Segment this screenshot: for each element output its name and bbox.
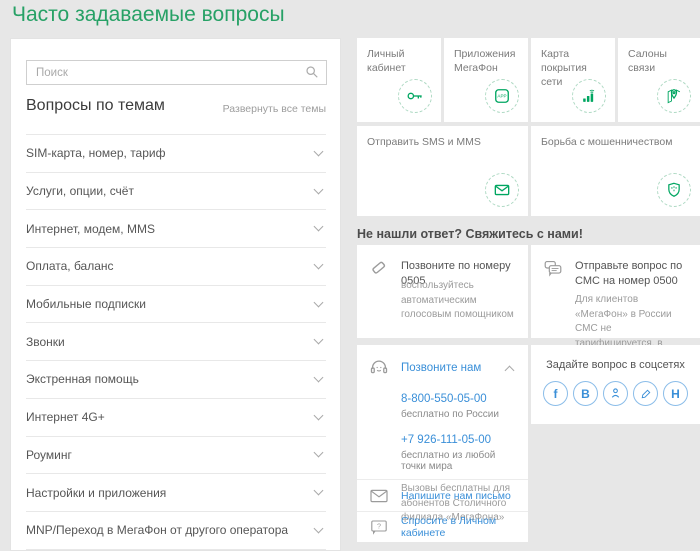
tile-label: Салоны связи	[628, 47, 694, 75]
topic-label: Роуминг	[26, 448, 80, 462]
tile-label: Личный кабинет	[367, 47, 435, 75]
page-title: Часто задаваемые вопросы	[12, 3, 285, 27]
sms-0500-title: Отправьте вопрос по СМС на номер 0500	[575, 259, 690, 289]
topic-label: Интернет 4G+	[26, 410, 113, 424]
svg-text:?: ?	[377, 522, 381, 531]
livejournal-pencil-icon[interactable]	[633, 381, 658, 406]
chevron-down-icon	[314, 373, 324, 383]
chat-bubbles-icon	[542, 257, 564, 279]
write-letter-row[interactable]: Напишите нам письмо	[357, 479, 528, 511]
sms-0500-card: Отправьте вопрос по СМС на номер 0500 Дл…	[531, 245, 700, 338]
topic-row[interactable]: Интернет, модем, MMS	[26, 210, 326, 248]
map-pin-icon	[657, 79, 691, 113]
envelope-icon	[485, 173, 519, 207]
svg-text:APP: APP	[497, 94, 506, 99]
topic-row[interactable]: Услуги, опции, счёт	[26, 173, 326, 211]
vk-icon[interactable]: B	[573, 381, 598, 406]
phone-note-world: бесплатно из любой точки мира	[401, 450, 520, 472]
key-icon	[398, 79, 432, 113]
tile-personal-account[interactable]: Личный кабинет	[357, 38, 441, 122]
chevron-down-icon	[314, 410, 324, 420]
ask-cabinet-link: Спросите в Личном кабинете	[401, 515, 516, 539]
topic-row[interactable]: Экстренная помощь	[26, 361, 326, 399]
phone-number-russia[interactable]: 8-800-550-05-00	[401, 393, 487, 405]
topic-label: Мобильные подписки	[26, 297, 154, 311]
h-network-icon[interactable]: H	[663, 381, 688, 406]
topic-row[interactable]: Оплата, баланс	[26, 248, 326, 286]
chevron-down-icon	[314, 222, 324, 232]
chevron-down-icon	[314, 146, 324, 156]
chevron-down-icon	[314, 184, 324, 194]
topic-label: MNP/Переход в МегаФон от другого операто…	[26, 523, 296, 537]
social-icons-row: f B H	[531, 381, 700, 406]
topic-label: Оплата, баланс	[26, 259, 122, 273]
phone-number-world[interactable]: +7 926-111-05-00	[401, 434, 491, 446]
search-box	[26, 60, 327, 85]
topic-label: Интернет, модем, MMS	[26, 222, 163, 236]
phone-icon	[368, 257, 390, 279]
phone-note-russia: бесплатно по России	[401, 409, 520, 420]
app-icon: APP	[485, 79, 519, 113]
chevron-down-icon	[314, 523, 324, 533]
call-us-card: Позвоните нам 8-800-550-05-00 бесплатно …	[357, 345, 528, 542]
tile-retail-stores[interactable]: Салоны связи	[618, 38, 700, 122]
ask-cabinet-row[interactable]: ? Спросите в Личном кабинете	[357, 511, 528, 542]
faq-page: Часто задаваемые вопросы Вопросы по тема…	[0, 0, 700, 551]
chevron-down-icon	[314, 448, 324, 458]
tile-label: Приложения МегаФон	[454, 47, 522, 75]
topic-label: SIM-карта, номер, тариф	[26, 146, 173, 160]
headset-icon	[368, 357, 390, 379]
topic-row[interactable]: Роуминг	[26, 437, 326, 475]
tile-megafon-apps[interactable]: Приложения МегаФон APP	[444, 38, 528, 122]
faq-panel: Вопросы по темам Развернуть все темы SIM…	[10, 38, 341, 551]
tile-send-sms-mms[interactable]: Отправить SMS и MMS	[357, 126, 528, 216]
chevron-down-icon	[314, 297, 324, 307]
topics-title: Вопросы по темам	[26, 97, 165, 115]
call-0505-card: Позвоните по номеру 0505 воспользуйтесь …	[357, 245, 528, 338]
odnoklassniki-icon[interactable]	[603, 381, 628, 406]
expand-all-link[interactable]: Развернуть все темы	[223, 103, 326, 115]
topic-row[interactable]: Настройки и приложения	[26, 474, 326, 512]
write-letter-link: Напишите нам письмо	[401, 490, 511, 502]
chevron-down-icon	[314, 259, 324, 269]
tile-label: Отправить SMS и MMS	[367, 135, 522, 149]
chevron-up-icon[interactable]	[505, 366, 515, 376]
shield-icon	[657, 173, 691, 207]
topic-label: Настройки и приложения	[26, 486, 174, 500]
topic-row[interactable]: Мобильные подписки	[26, 286, 326, 324]
tile-coverage-map[interactable]: Карта покрытия сети	[531, 38, 615, 122]
chevron-down-icon	[314, 486, 324, 496]
call-0505-text: воспользуйтесь автоматическим голосовым …	[401, 279, 519, 323]
social-card: Задайте вопрос в соцсетях f B H	[531, 345, 700, 424]
social-title: Задайте вопрос в соцсетях	[531, 359, 700, 371]
call-us-title[interactable]: Позвоните нам	[401, 362, 481, 374]
topic-row[interactable]: MNP/Переход в МегаФон от другого операто…	[26, 512, 326, 550]
topic-label: Услуги, опции, счёт	[26, 184, 142, 198]
chevron-down-icon	[314, 335, 324, 345]
topic-row[interactable]: Звонки	[26, 323, 326, 361]
tile-label: Борьба с мошенничеством	[541, 135, 694, 149]
search-icon[interactable]	[305, 65, 319, 79]
topics-list: SIM-карта, номер, тариф Услуги, опции, с…	[26, 134, 326, 550]
search-input[interactable]	[26, 60, 327, 85]
tile-anti-fraud[interactable]: Борьба с мошенничеством	[531, 126, 700, 216]
facebook-icon[interactable]: f	[543, 381, 568, 406]
topic-row[interactable]: SIM-карта, номер, тариф	[26, 135, 326, 173]
coverage-icon	[572, 79, 606, 113]
contact-heading: Не нашли ответ? Свяжитесь с нами!	[357, 227, 583, 241]
topic-row[interactable]: Интернет 4G+	[26, 399, 326, 437]
letter-icon	[369, 488, 389, 504]
topics-header: Вопросы по темам Развернуть все темы	[26, 97, 326, 115]
topic-label: Экстренная помощь	[26, 372, 147, 386]
chat-question-icon: ?	[369, 519, 389, 535]
topic-label: Звонки	[26, 335, 73, 349]
